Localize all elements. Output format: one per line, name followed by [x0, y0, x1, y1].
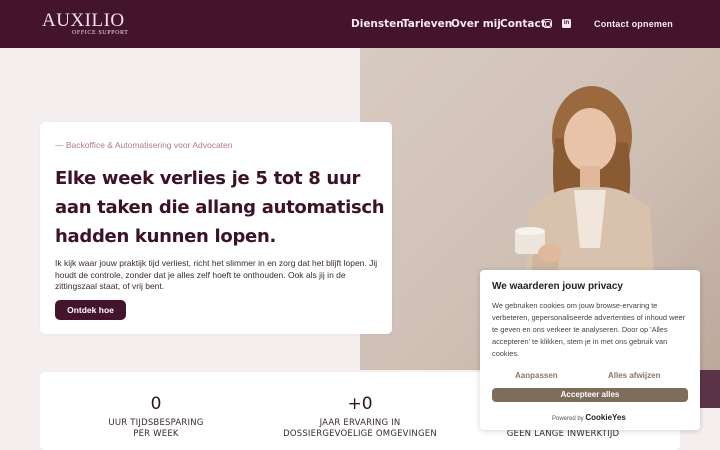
- instagram-icon[interactable]: [543, 19, 552, 28]
- stat-label-line2: DOSSIERGEVOELIGE OMGEVINGEN: [283, 429, 437, 439]
- logo-tagline: OFFICE SUPPORT: [72, 30, 129, 36]
- stat-label-line2: GEEN LANGE INWERKTIJD: [506, 429, 620, 439]
- cookie-description: We gebruiken cookies om jouw browse-erva…: [492, 301, 686, 358]
- nav-tarieven[interactable]: Tarieven: [402, 18, 452, 30]
- cookie-title: We waarderen jouw privacy: [492, 281, 623, 292]
- powered-by-label: Powered by: [552, 416, 584, 422]
- stat-number: 0: [150, 394, 162, 414]
- stat-hours-saved: 0 UUR TIJDSBESPARING PER WEEK: [76, 394, 236, 440]
- hero-card: — Backoffice & Automatisering voor Advoc…: [40, 122, 392, 334]
- linkedin-icon[interactable]: in: [562, 19, 571, 28]
- cookie-reject-button[interactable]: Alles afwijzen: [608, 371, 660, 380]
- cookie-powered-by[interactable]: Powered by CookieYes: [552, 413, 626, 422]
- stat-label-line2: PER WEEK: [133, 429, 179, 439]
- stat-label-line1: UUR TIJDSBESPARING: [108, 418, 204, 428]
- cookieyes-logo: CookieYes: [585, 413, 626, 422]
- nav-diensten[interactable]: Diensten: [351, 18, 404, 30]
- logo[interactable]: AUXILIO OFFICE SUPPORT: [42, 10, 128, 37]
- hero-eyebrow: — Backoffice & Automatisering voor Advoc…: [55, 140, 233, 150]
- discover-button[interactable]: Ontdek hoe: [55, 300, 126, 320]
- cookie-accept-button[interactable]: Accepteer alles: [492, 388, 688, 402]
- site-header: AUXILIO OFFICE SUPPORT Diensten Tarieven…: [0, 0, 720, 48]
- stat-label-line1: JAAR ERVARING IN: [319, 418, 401, 428]
- nav-over-mij[interactable]: Over mij: [451, 18, 501, 30]
- nav-contact[interactable]: Contact: [500, 18, 546, 30]
- cookie-banner: We waarderen jouw privacy We gebruiken c…: [480, 270, 700, 430]
- hero-body: Ik kijk waar jouw praktijk tijd verliest…: [55, 258, 378, 291]
- cookie-customize-button[interactable]: Aanpassen: [515, 371, 558, 380]
- hero-headline: Elke week verlies je 5 tot 8 uur aan tak…: [55, 168, 385, 247]
- stat-years-experience: +0 JAAR ERVARING IN DOSSIERGEVOELIGE OMG…: [280, 394, 440, 440]
- stat-number: +0: [347, 394, 373, 414]
- logo-wordmark: AUXILIO: [42, 10, 125, 31]
- contact-button[interactable]: Contact opnemen: [594, 19, 673, 29]
